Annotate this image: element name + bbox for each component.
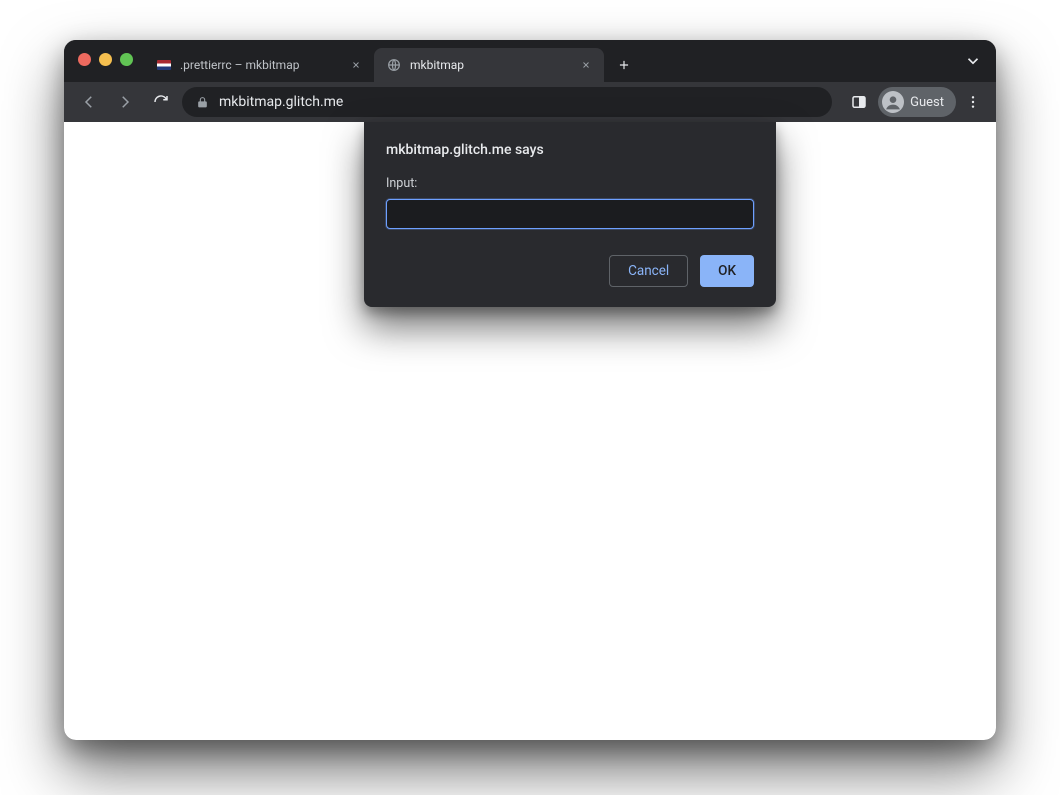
url-text: mkbitmap.glitch.me (219, 94, 343, 110)
prompt-input[interactable] (386, 199, 754, 229)
ok-button[interactable]: OK (700, 255, 754, 287)
address-bar[interactable]: mkbitmap.glitch.me (182, 87, 832, 117)
screenshot-stage: .prettierrc – mkbitmap mkbitmap (0, 0, 1060, 795)
profile-button[interactable]: Guest (878, 87, 956, 117)
window-fullscreen-button[interactable] (120, 53, 133, 66)
reload-button[interactable] (146, 87, 176, 117)
toolbar-right: Guest (844, 87, 986, 117)
browser-window: .prettierrc – mkbitmap mkbitmap (64, 40, 996, 740)
tab-title: mkbitmap (410, 58, 570, 72)
window-close-button[interactable] (78, 53, 91, 66)
lock-icon (196, 96, 209, 109)
tab-mkbitmap[interactable]: mkbitmap (374, 48, 604, 82)
dialog-title: mkbitmap.glitch.me says (386, 142, 754, 158)
side-panel-button[interactable] (844, 87, 874, 117)
glitch-icon (156, 57, 172, 73)
back-button[interactable] (74, 87, 104, 117)
profile-label: Guest (910, 95, 944, 110)
menu-button[interactable] (960, 94, 986, 110)
window-minimize-button[interactable] (99, 53, 112, 66)
tab-overflow-button[interactable] (964, 52, 982, 74)
cancel-button[interactable]: Cancel (609, 255, 688, 287)
dialog-actions: Cancel OK (386, 255, 754, 287)
forward-button[interactable] (110, 87, 140, 117)
tabs-container: .prettierrc – mkbitmap mkbitmap (144, 40, 638, 82)
js-prompt-dialog: mkbitmap.glitch.me says Input: Cancel OK (364, 122, 776, 307)
avatar-icon (882, 91, 904, 113)
new-tab-button[interactable] (610, 51, 638, 79)
tab-strip: .prettierrc – mkbitmap mkbitmap (64, 40, 996, 82)
close-icon[interactable] (578, 57, 594, 73)
globe-icon (386, 57, 402, 73)
close-icon[interactable] (348, 57, 364, 73)
window-controls (78, 53, 133, 66)
dialog-label: Input: (386, 176, 754, 191)
tab-title: .prettierrc – mkbitmap (180, 58, 340, 72)
dialog-field (386, 199, 754, 229)
toolbar: mkbitmap.glitch.me Guest (64, 82, 996, 122)
tab-prettierrc[interactable]: .prettierrc – mkbitmap (144, 48, 374, 82)
